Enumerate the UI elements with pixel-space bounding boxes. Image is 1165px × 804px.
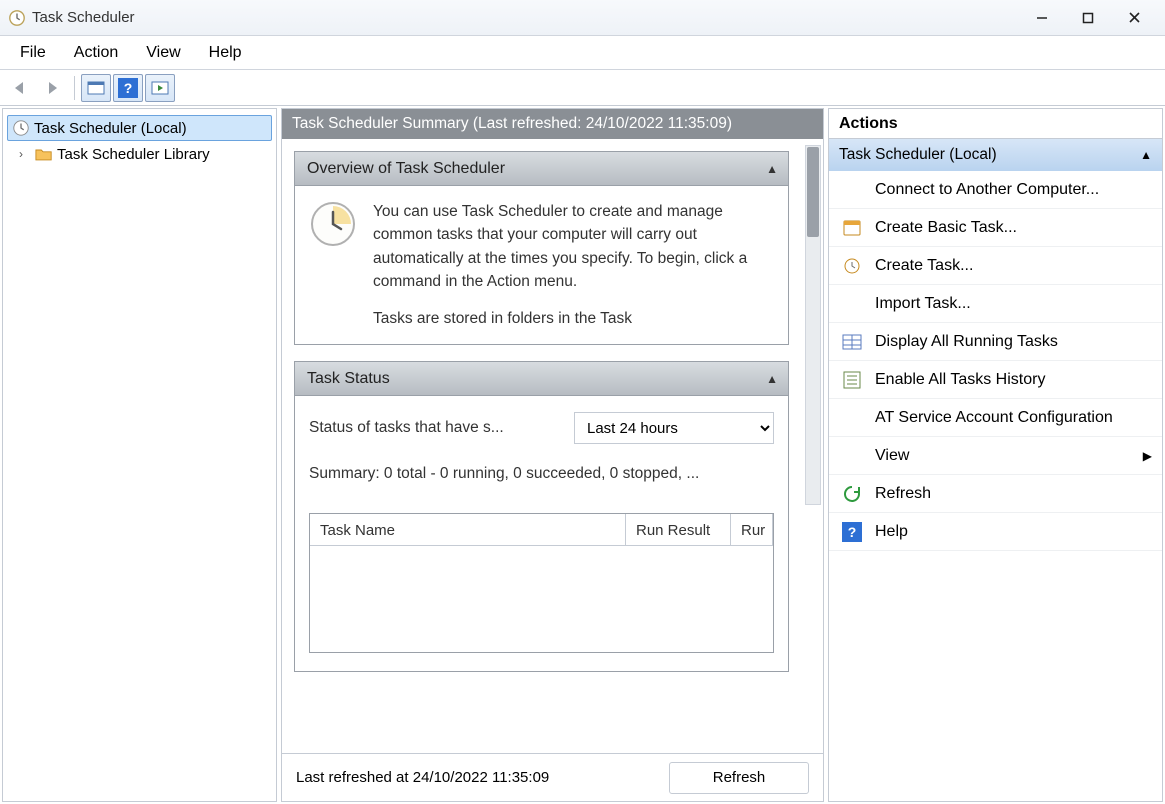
action-item-0[interactable]: Connect to Another Computer... <box>829 171 1162 209</box>
menu-view[interactable]: View <box>132 40 194 66</box>
action-item-4[interactable]: Display All Running Tasks <box>829 323 1162 361</box>
refresh-button[interactable]: Refresh <box>669 762 809 794</box>
action-item-2[interactable]: Create Task... <box>829 247 1162 285</box>
action-item-label: Help <box>875 523 908 541</box>
actions-panel: Actions Task Scheduler (Local) ▲ Connect… <box>828 108 1163 802</box>
clock-small-icon <box>841 255 863 277</box>
action-item-label: Connect to Another Computer... <box>875 181 1099 199</box>
refresh-icon <box>841 483 863 505</box>
task-table: Task Name Run Result Rur <box>309 513 774 653</box>
nav-forward-button[interactable] <box>38 74 68 102</box>
collapse-icon[interactable]: ▲ <box>766 162 778 176</box>
status-header[interactable]: Task Status ▲ <box>295 362 788 396</box>
summary-body: Overview of Task Scheduler ▲ You can use… <box>282 139 823 753</box>
overview-paragraph-2: Tasks are stored in folders in the Task <box>373 307 774 330</box>
actions-section-label: Task Scheduler (Local) <box>839 146 997 164</box>
action-item-label: Display All Running Tasks <box>875 333 1058 351</box>
action-item-9[interactable]: ? Help <box>829 513 1162 551</box>
tree-panel: Task Scheduler (Local) › Task Scheduler … <box>2 108 277 802</box>
status-card: Task Status ▲ Status of tasks that have … <box>294 361 789 672</box>
action-item-label: AT Service Account Configuration <box>875 409 1113 427</box>
center-footer: Last refreshed at 24/10/2022 11:35:09 Re… <box>282 753 823 801</box>
status-period-select[interactable]: Last 24 hours <box>574 412 774 444</box>
th-run[interactable]: Rur <box>731 514 773 545</box>
th-task-name[interactable]: Task Name <box>310 514 626 545</box>
status-summary: Summary: 0 total - 0 running, 0 succeede… <box>309 462 774 485</box>
grid-icon <box>841 331 863 353</box>
toolbar-run-button[interactable] <box>145 74 175 102</box>
task-table-header: Task Name Run Result Rur <box>310 514 773 546</box>
clock-icon <box>12 119 30 137</box>
action-item-label: Enable All Tasks History <box>875 371 1045 389</box>
close-button[interactable] <box>1111 3 1157 33</box>
action-item-label: Import Task... <box>875 295 971 313</box>
menu-action[interactable]: Action <box>60 40 132 66</box>
overview-paragraph-1: You can use Task Scheduler to create and… <box>373 200 774 293</box>
toolbar-separator <box>74 76 75 100</box>
action-item-label: View <box>875 447 909 465</box>
main-area: Task Scheduler (Local) › Task Scheduler … <box>0 106 1165 804</box>
collapse-icon[interactable]: ▲ <box>766 372 778 386</box>
actions-title: Actions <box>829 109 1162 139</box>
action-item-label: Create Basic Task... <box>875 219 1017 237</box>
help-icon: ? <box>118 78 138 98</box>
tree-root[interactable]: Task Scheduler (Local) <box>7 115 272 141</box>
collapse-icon[interactable]: ▲ <box>1140 148 1152 162</box>
menu-file[interactable]: File <box>6 40 60 66</box>
help-icon: ? <box>841 521 863 543</box>
menu-bar: File Action View Help <box>0 36 1165 70</box>
minimize-button[interactable] <box>1019 3 1065 33</box>
action-item-3[interactable]: Import Task... <box>829 285 1162 323</box>
overview-title: Overview of Task Scheduler <box>307 160 505 178</box>
toolbar-help-button[interactable]: ? <box>113 74 143 102</box>
chevron-right-icon: ▶ <box>1143 449 1152 463</box>
nav-back-button[interactable] <box>6 74 36 102</box>
actions-section-header[interactable]: Task Scheduler (Local) ▲ <box>829 139 1162 171</box>
action-item-6[interactable]: AT Service Account Configuration <box>829 399 1162 437</box>
expander-icon[interactable]: › <box>19 147 31 161</box>
large-clock-icon <box>309 200 357 248</box>
action-item-7[interactable]: View ▶ <box>829 437 1162 475</box>
status-label: Status of tasks that have s... <box>309 416 556 439</box>
action-item-8[interactable]: Refresh <box>829 475 1162 513</box>
toolbar-properties-button[interactable] <box>81 74 111 102</box>
folder-icon <box>35 145 53 163</box>
last-refreshed-label: Last refreshed at 24/10/2022 11:35:09 <box>296 769 549 786</box>
tree-root-label: Task Scheduler (Local) <box>34 120 187 137</box>
app-icon <box>8 9 26 27</box>
list-icon <box>841 369 863 391</box>
scrollbar-thumb[interactable] <box>807 147 819 237</box>
center-panel: Task Scheduler Summary (Last refreshed: … <box>281 108 824 802</box>
actions-list: Connect to Another Computer... Create Bas… <box>829 171 1162 801</box>
summary-header: Task Scheduler Summary (Last refreshed: … <box>282 109 823 139</box>
overview-header[interactable]: Overview of Task Scheduler ▲ <box>295 152 788 186</box>
tree-child[interactable]: › Task Scheduler Library <box>7 141 272 167</box>
action-item-5[interactable]: Enable All Tasks History <box>829 361 1162 399</box>
maximize-button[interactable] <box>1065 3 1111 33</box>
window-title: Task Scheduler <box>32 9 1019 26</box>
calendar-icon <box>841 217 863 239</box>
menu-help[interactable]: Help <box>195 40 256 66</box>
status-title: Task Status <box>307 370 390 388</box>
action-item-label: Create Task... <box>875 257 973 275</box>
th-run-result[interactable]: Run Result <box>626 514 731 545</box>
tree-child-label: Task Scheduler Library <box>57 146 210 163</box>
action-item-1[interactable]: Create Basic Task... <box>829 209 1162 247</box>
title-bar: Task Scheduler <box>0 0 1165 36</box>
action-item-label: Refresh <box>875 485 931 503</box>
overview-card: Overview of Task Scheduler ▲ You can use… <box>294 151 789 345</box>
toolbar: ? <box>0 70 1165 106</box>
scrollbar[interactable] <box>805 145 821 505</box>
